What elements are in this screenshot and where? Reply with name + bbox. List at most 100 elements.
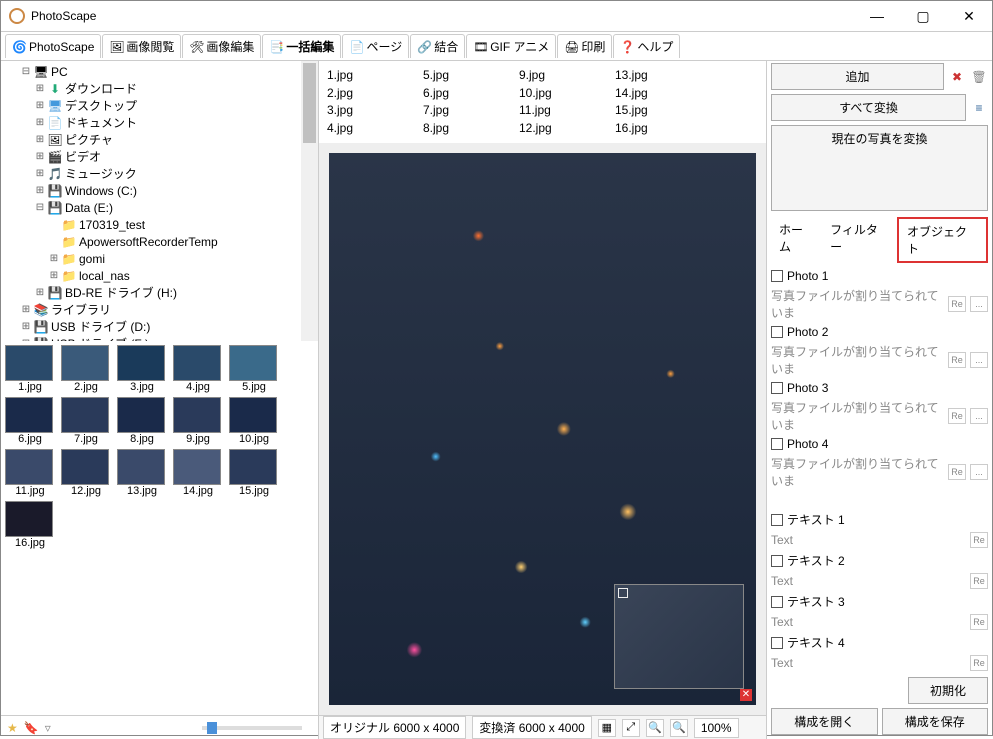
star-icon[interactable]: ★	[7, 721, 18, 735]
delete-icon[interactable]: ✖	[948, 68, 966, 86]
file-item-9[interactable]: 7.jpg	[423, 102, 519, 120]
thumbnail-11[interactable]: 11.jpg	[5, 449, 55, 497]
tab-8[interactable]: ❓ヘルプ	[613, 34, 680, 58]
save-config-button[interactable]: 構成を保存	[882, 708, 989, 735]
file-item-10[interactable]: 11.jpg	[519, 102, 615, 120]
close-button[interactable]: ✕	[946, 1, 992, 31]
text-re-icon[interactable]: Re	[970, 655, 988, 671]
text-checkbox-4[interactable]	[771, 637, 783, 649]
tree-node-16[interactable]: ⊞USB ドライブ (F:)	[5, 335, 318, 341]
file-item-8[interactable]: 3.jpg	[327, 102, 423, 120]
tree-scrollbar[interactable]	[301, 61, 318, 341]
thumbnail-8[interactable]: 8.jpg	[117, 397, 167, 445]
file-item-13[interactable]: 8.jpg	[423, 120, 519, 138]
file-item-3[interactable]: 13.jpg	[615, 67, 711, 85]
expander-icon[interactable]: ⊞	[47, 253, 61, 264]
tree-node-12[interactable]: ⊞local_nas	[5, 267, 318, 284]
thumbnail-15[interactable]: 15.jpg	[229, 449, 279, 497]
tab-0[interactable]: 🌀PhotoScape	[5, 34, 101, 58]
text-checkbox-3[interactable]	[771, 596, 783, 608]
preview-inset[interactable]	[614, 584, 744, 689]
photo-checkbox-2[interactable]	[771, 326, 783, 338]
maximize-button[interactable]: ▢	[900, 1, 946, 31]
text-re-icon[interactable]: Re	[970, 532, 988, 548]
expander-icon[interactable]: ⊞	[33, 185, 47, 196]
checker-icon[interactable]: ▦	[598, 719, 616, 737]
file-item-14[interactable]: 12.jpg	[519, 120, 615, 138]
thumbnail-2[interactable]: 2.jpg	[61, 345, 111, 393]
file-item-7[interactable]: 14.jpg	[615, 85, 711, 103]
tree-node-9[interactable]: 170319_test	[5, 216, 318, 233]
text-checkbox-2[interactable]	[771, 555, 783, 567]
expander-icon[interactable]: ⊞	[33, 83, 47, 94]
tree-node-7[interactable]: ⊞Windows (C:)	[5, 182, 318, 199]
convert-all-button[interactable]: すべて変換	[771, 94, 966, 121]
tree-node-2[interactable]: ⊞デスクトップ	[5, 97, 318, 114]
tree-node-8[interactable]: ⊟Data (E:)	[5, 199, 318, 216]
list-icon[interactable]: ≡	[970, 99, 988, 117]
expander-icon[interactable]: ⊞	[19, 304, 33, 315]
tree-node-15[interactable]: ⊞USB ドライブ (D:)	[5, 318, 318, 335]
zoom-out-icon[interactable]: 🔍	[646, 719, 664, 737]
thumbnail-5[interactable]: 5.jpg	[229, 345, 279, 393]
tree-node-4[interactable]: ⊞ピクチャ	[5, 131, 318, 148]
expander-icon[interactable]: ⊞	[33, 100, 47, 111]
thumbnail-16[interactable]: 16.jpg	[5, 501, 55, 549]
expander-icon[interactable]: ⊞	[33, 117, 47, 128]
file-item-5[interactable]: 6.jpg	[423, 85, 519, 103]
photo-re-icon[interactable]: Re	[948, 408, 966, 424]
file-item-1[interactable]: 5.jpg	[423, 67, 519, 85]
tree-node-13[interactable]: ⊞BD-RE ドライブ (H:)	[5, 284, 318, 301]
open-config-button[interactable]: 構成を開く	[771, 708, 878, 735]
text-re-icon[interactable]: Re	[970, 573, 988, 589]
file-item-15[interactable]: 16.jpg	[615, 120, 711, 138]
thumbnail-size-slider[interactable]	[202, 726, 302, 730]
photo-checkbox-4[interactable]	[771, 438, 783, 450]
photo-more-icon[interactable]: ...	[970, 296, 988, 312]
thumbnail-12[interactable]: 12.jpg	[61, 449, 111, 497]
convert-current-button[interactable]: 現在の写真を変換	[771, 125, 988, 211]
right-tab-2[interactable]: オブジェクト	[897, 217, 988, 263]
file-item-11[interactable]: 15.jpg	[615, 102, 711, 120]
photo-checkbox-1[interactable]	[771, 270, 783, 282]
tag-icon[interactable]: 🔖	[24, 721, 39, 735]
tree-node-6[interactable]: ⊞ミュージック	[5, 165, 318, 182]
file-item-0[interactable]: 1.jpg	[327, 67, 423, 85]
thumbnail-10[interactable]: 10.jpg	[229, 397, 279, 445]
thumbnail-1[interactable]: 1.jpg	[5, 345, 55, 393]
tree-node-14[interactable]: ⊞ライブラリ	[5, 301, 318, 318]
expander-icon[interactable]: ⊞	[33, 168, 47, 179]
file-item-6[interactable]: 10.jpg	[519, 85, 615, 103]
thumbnail-3[interactable]: 3.jpg	[117, 345, 167, 393]
photo-re-icon[interactable]: Re	[948, 464, 966, 480]
photo-more-icon[interactable]: ...	[970, 408, 988, 424]
file-item-12[interactable]: 4.jpg	[327, 120, 423, 138]
tree-node-1[interactable]: ⊞ダウンロード	[5, 80, 318, 97]
tab-2[interactable]: 🛠画像編集	[182, 34, 261, 58]
photo-re-icon[interactable]: Re	[948, 352, 966, 368]
tab-7[interactable]: 🖨印刷	[557, 34, 612, 58]
right-tab-0[interactable]: ホーム	[771, 217, 822, 263]
expander-icon[interactable]: ⊞	[33, 151, 47, 162]
fit-icon[interactable]: ⤢	[622, 719, 640, 737]
right-tab-1[interactable]: フィルター	[822, 217, 897, 263]
zoom-in-icon[interactable]: 🔍	[670, 719, 688, 737]
expander-icon[interactable]: ⊟	[33, 202, 47, 213]
photo-more-icon[interactable]: ...	[970, 352, 988, 368]
expander-icon[interactable]: ⊞	[33, 287, 47, 298]
tree-node-10[interactable]: ApowersoftRecorderTemp	[5, 233, 318, 250]
thumbnail-13[interactable]: 13.jpg	[117, 449, 167, 497]
add-button[interactable]: 追加	[771, 63, 944, 90]
expander-icon[interactable]: ⊞	[33, 134, 47, 145]
tab-3[interactable]: 📑一括編集	[262, 34, 341, 58]
tree-node-3[interactable]: ⊞ドキュメント	[5, 114, 318, 131]
expander-icon[interactable]: ⊞	[47, 270, 61, 281]
expander-icon[interactable]: ⊞	[19, 321, 33, 332]
text-checkbox-1[interactable]	[771, 514, 783, 526]
trash-icon[interactable]: 🗑	[970, 68, 988, 86]
photo-re-icon[interactable]: Re	[948, 296, 966, 312]
photo-more-icon[interactable]: ...	[970, 464, 988, 480]
file-item-4[interactable]: 2.jpg	[327, 85, 423, 103]
expander-icon[interactable]: ⊞	[19, 338, 33, 341]
folder-tree[interactable]: ⊟PC⊞ダウンロード⊞デスクトップ⊞ドキュメント⊞ピクチャ⊞ビデオ⊞ミュージック…	[1, 61, 318, 341]
